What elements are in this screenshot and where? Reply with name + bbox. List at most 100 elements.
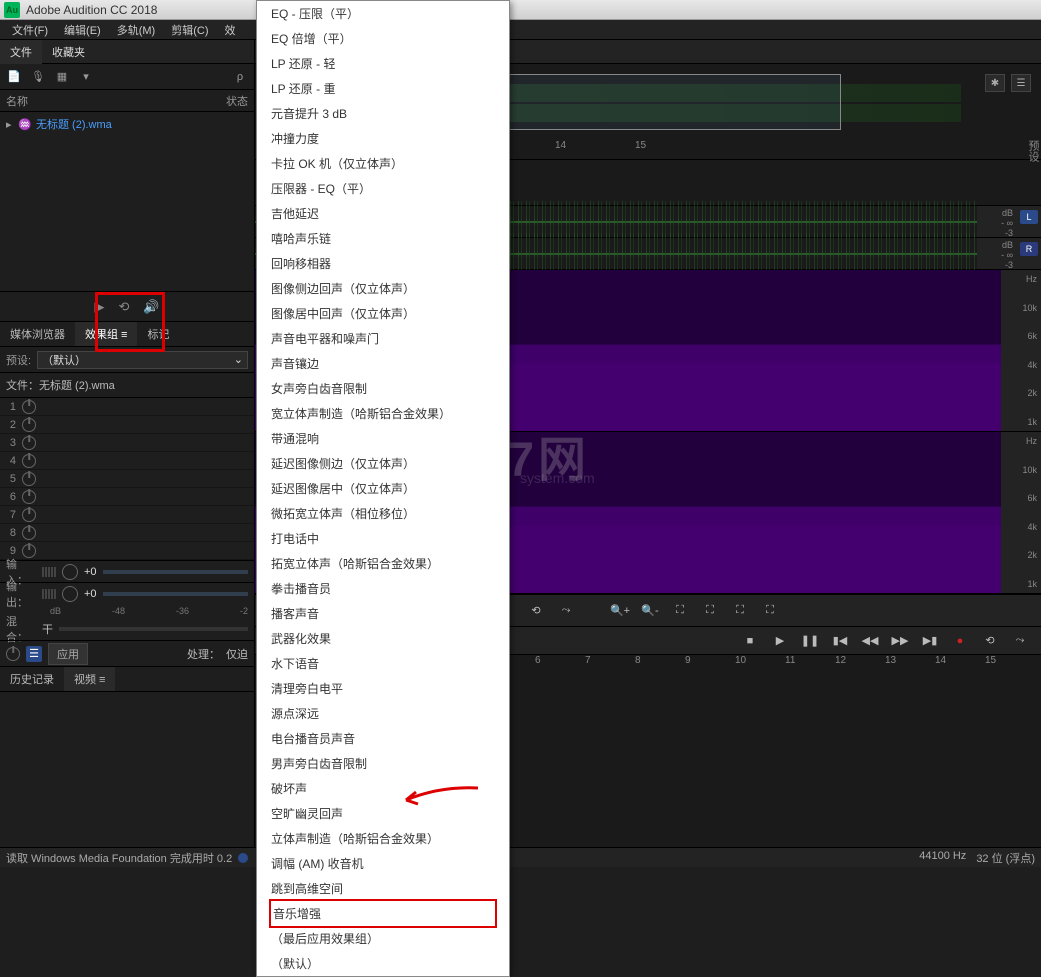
output-track[interactable]	[103, 592, 248, 596]
zoom-full-icon[interactable]: ⛶	[669, 601, 691, 621]
dropdown-item[interactable]: 男声旁白齿音限制	[257, 751, 509, 776]
loop-button[interactable]: ⟲	[525, 601, 547, 621]
dropdown-item[interactable]: 宽立体声制造（哈斯铝合金效果）	[257, 401, 509, 426]
skip-end2-button[interactable]: ▶▮	[919, 631, 941, 651]
effect-slot[interactable]: 5	[0, 470, 254, 488]
rack-power-icon[interactable]	[6, 647, 20, 661]
power-icon[interactable]	[22, 418, 36, 432]
zoom-in-icon[interactable]: 🔍+	[609, 601, 631, 621]
loop-mini-icon[interactable]: ⟲	[118, 299, 129, 315]
dropdown-item[interactable]: 声音电平器和噪声门	[257, 326, 509, 351]
input-value[interactable]: +0	[84, 566, 97, 578]
rewind2-button[interactable]: ◀◀	[859, 631, 881, 651]
apply-button[interactable]: 应用	[48, 643, 88, 665]
play2-button[interactable]: ▶	[769, 631, 791, 651]
power-icon[interactable]	[22, 454, 36, 468]
dropdown-item[interactable]: 水下语音	[257, 651, 509, 676]
effect-slot[interactable]: 7	[0, 506, 254, 524]
effect-slot[interactable]: 9	[0, 542, 254, 560]
power-icon[interactable]	[22, 508, 36, 522]
dropdown-item[interactable]: 嘻哈声乐链	[257, 226, 509, 251]
dropdown-item[interactable]: 源点深远	[257, 701, 509, 726]
record-icon[interactable]: 🎙	[30, 69, 46, 85]
tab-favorites[interactable]: 收藏夹	[42, 40, 95, 64]
list-view-icon[interactable]: ☰	[1011, 74, 1031, 92]
stop2-button[interactable]: ■	[739, 631, 761, 651]
output-knob[interactable]	[62, 586, 78, 602]
tab-video[interactable]: 视频 ≡	[64, 667, 115, 691]
power-icon[interactable]	[22, 544, 36, 558]
search-icon[interactable]: ρ	[232, 69, 248, 85]
record2-button[interactable]: ●	[949, 631, 971, 651]
dropdown-item[interactable]: 图像居中回声（仅立体声）	[257, 301, 509, 326]
file-row[interactable]: ▸ ♒ 无标题 (2).wma	[0, 114, 254, 134]
channel-r-button[interactable]: R	[1020, 242, 1038, 256]
dropdown-item[interactable]: 声音镶边	[257, 351, 509, 376]
power-icon[interactable]	[22, 472, 36, 486]
tab-files[interactable]: 文件	[0, 40, 42, 64]
zoom-out-point-icon[interactable]: ⛶	[759, 601, 781, 621]
effect-slot[interactable]: 1	[0, 398, 254, 416]
open-file-icon[interactable]: 📄	[6, 69, 22, 85]
dropdown-item[interactable]: EQ - 压限（平）	[257, 1, 509, 26]
skip2-button[interactable]: ⤳	[1009, 631, 1031, 651]
dropdown-item[interactable]: （最后应用效果组）	[257, 926, 509, 951]
dropdown-item[interactable]: 卡拉 OK 机（仅立体声）	[257, 151, 509, 176]
output-value[interactable]: +0	[84, 588, 97, 600]
dropdown-item[interactable]: 图像侧边回声（仅立体声）	[257, 276, 509, 301]
process-mode[interactable]: 仅迫	[226, 646, 248, 662]
zoom-selection-icon[interactable]: ⛶	[699, 601, 721, 621]
dropdown-item[interactable]: 带通混响	[257, 426, 509, 451]
dropdown-item[interactable]: 跳到高维空间	[257, 876, 509, 901]
forward2-button[interactable]: ▶▶	[889, 631, 911, 651]
dropdown-item[interactable]: LP 还原 - 重	[257, 76, 509, 101]
dropdown-item[interactable]: 破坏声	[257, 776, 509, 801]
zoom-in-point-icon[interactable]: ⛶	[729, 601, 751, 621]
channel-l-button[interactable]: L	[1020, 210, 1038, 224]
dropdown-item[interactable]: 电台播音员声音	[257, 726, 509, 751]
dropdown-item[interactable]: 立体声制造（哈斯铝合金效果）	[257, 826, 509, 851]
dropdown-item[interactable]: 打电话中	[257, 526, 509, 551]
power-icon[interactable]	[22, 400, 36, 414]
dropdown-item[interactable]: 拓宽立体声（哈斯铝合金效果）	[257, 551, 509, 576]
menu-edit[interactable]: 编辑(E)	[56, 20, 109, 40]
dropdown-item[interactable]: 回响移相器	[257, 251, 509, 276]
col-status[interactable]: 状态	[198, 93, 248, 109]
dropdown-item[interactable]: 清理旁白电平	[257, 676, 509, 701]
preset-select[interactable]: （默认）⌄	[37, 351, 248, 369]
tab-markers[interactable]: 标记	[137, 322, 179, 346]
dropdown-item[interactable]: 延迟图像居中（仅立体声）	[257, 476, 509, 501]
dropdown-item[interactable]: 武器化效果	[257, 626, 509, 651]
input-track[interactable]	[103, 570, 248, 574]
dropdown-item[interactable]: 空旷幽灵回声	[257, 801, 509, 826]
dropdown-item[interactable]: 拳击播音员	[257, 576, 509, 601]
dropdown-item[interactable]: 延迟图像侧边（仅立体声）	[257, 451, 509, 476]
effect-slot[interactable]: 4	[0, 452, 254, 470]
dropdown-item[interactable]: EQ 倍增（平）	[257, 26, 509, 51]
spectral-pitch-icon[interactable]: ✱	[985, 74, 1005, 92]
dropdown-item[interactable]: 播客声音	[257, 601, 509, 626]
dropdown-item[interactable]: 女声旁白齿音限制	[257, 376, 509, 401]
effect-slot[interactable]: 6	[0, 488, 254, 506]
effect-slot[interactable]: 8	[0, 524, 254, 542]
effect-slot[interactable]: 2	[0, 416, 254, 434]
disclosure-icon[interactable]: ▸	[6, 118, 18, 131]
mix-slider[interactable]	[59, 627, 248, 631]
new-file-icon[interactable]: ▾	[78, 69, 94, 85]
dropdown-item[interactable]: 压限器 - EQ（平）	[257, 176, 509, 201]
tab-media-browser[interactable]: 媒体浏览器	[0, 322, 75, 346]
dropdown-item[interactable]: 冲撞力度	[257, 126, 509, 151]
skip-start2-button[interactable]: ▮◀	[829, 631, 851, 651]
menu-clip[interactable]: 剪辑(C)	[163, 20, 216, 40]
play-mini-icon[interactable]: ▶	[94, 299, 104, 315]
dropdown-item[interactable]: 微拓宽立体声（相位移位）	[257, 501, 509, 526]
dropdown-item[interactable]: 音乐增强	[269, 899, 497, 928]
menu-effects[interactable]: 效	[217, 20, 244, 40]
power-icon[interactable]	[22, 490, 36, 504]
pause2-button[interactable]: ❚❚	[799, 631, 821, 651]
power-icon[interactable]	[22, 526, 36, 540]
multitrack-icon[interactable]: ▦	[54, 69, 70, 85]
dropdown-item[interactable]: LP 还原 - 轻	[257, 51, 509, 76]
skip-selection-button[interactable]: ⤳	[555, 601, 577, 621]
rack-list-icon[interactable]: ☰	[26, 646, 42, 662]
